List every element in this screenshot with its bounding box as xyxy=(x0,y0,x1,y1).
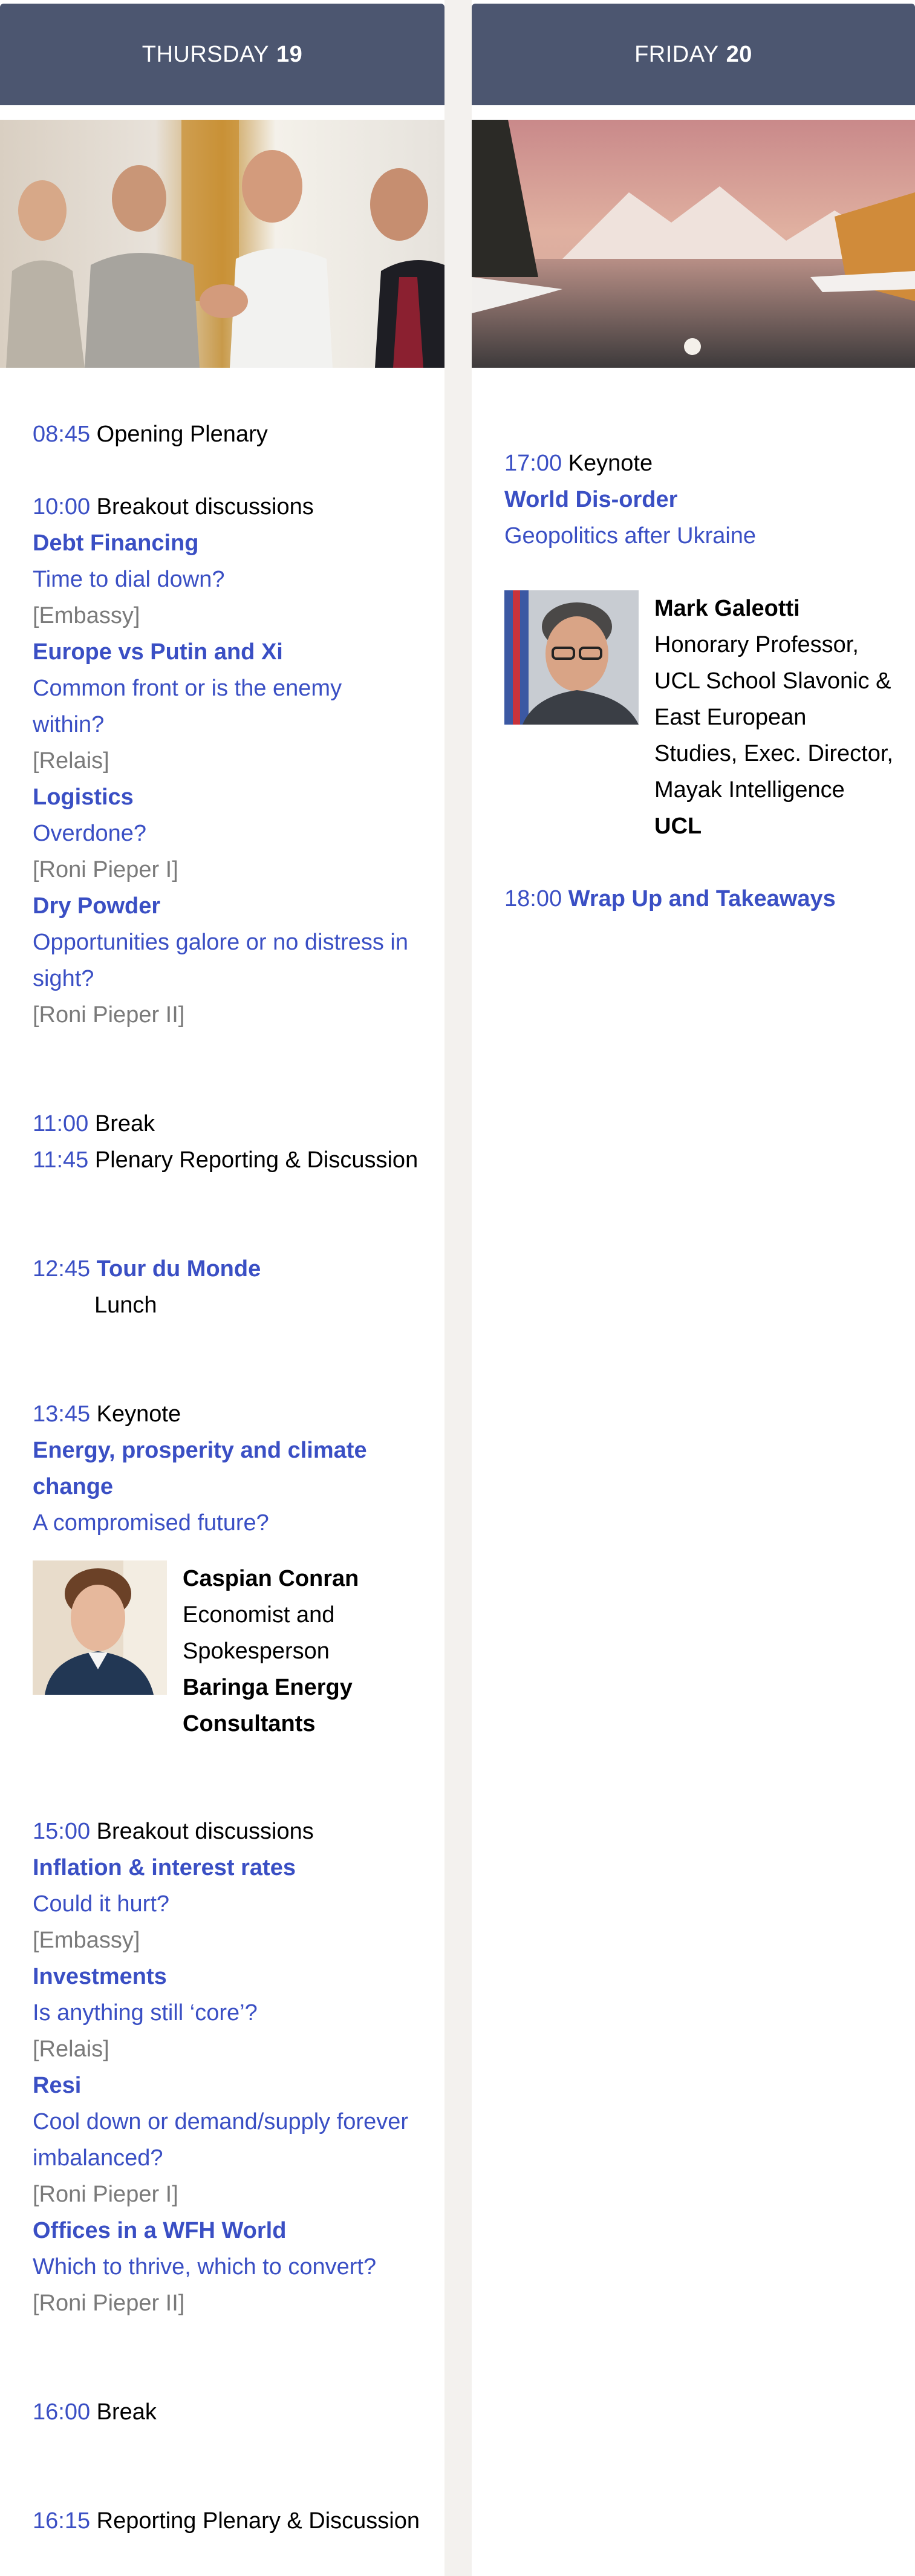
schedule-item: 15:00 Breakout discussions xyxy=(33,1813,444,1850)
session-title[interactable]: Dry Powder xyxy=(33,888,444,924)
speaker-role: Spokesperson xyxy=(183,1639,330,1664)
speaker-org: Baringa Energy xyxy=(183,1675,353,1700)
session-room: [Roni Pieper II] xyxy=(33,2291,185,2316)
avatar xyxy=(504,590,639,725)
keynote-title[interactable]: Energy, prosperity and climate xyxy=(33,1432,444,1469)
speaker-info: Mark Galeotti Honorary Professor, UCL Sc… xyxy=(654,590,893,844)
label: Keynote xyxy=(568,451,653,476)
label[interactable]: Tour du Monde xyxy=(97,1256,261,1282)
day-name: THURSDAY xyxy=(142,42,269,67)
label: Plenary Reporting & Discussion xyxy=(94,1147,418,1173)
speaker-name: Mark Galeotti xyxy=(654,596,800,621)
label[interactable]: Wrap Up and Takeaways xyxy=(568,886,836,911)
schedule-item: 10:00 Breakout discussions xyxy=(33,489,444,525)
session-room: [Relais] xyxy=(33,2036,109,2062)
session-room: [Roni Pieper I] xyxy=(33,2182,178,2207)
day-number: 20 xyxy=(726,42,752,67)
day-number: 19 xyxy=(276,42,303,67)
time: 11:45 xyxy=(33,1147,89,1173)
thursday-header[interactable]: THURSDAY 19 xyxy=(0,4,444,105)
session-subtitle: imbalanced? xyxy=(33,2145,163,2171)
speaker-info: Caspian Conran Economist and Spokesperso… xyxy=(183,1560,359,1742)
schedule-item: 08:45 Opening Plenary xyxy=(33,416,444,452)
speaker-name: Caspian Conran xyxy=(183,1566,359,1591)
keynote-title[interactable]: World Dis-order xyxy=(504,481,915,518)
friday-header[interactable]: FRIDAY 20 xyxy=(472,4,915,105)
session-subtitle: Could it hurt? xyxy=(33,1891,170,1917)
mountain-lake-photo xyxy=(472,120,915,368)
session-subtitle: Is anything still ‘core’? xyxy=(33,2000,258,2026)
session-subtitle: Opportunities galore or no distress in xyxy=(33,930,408,955)
session-subtitle: Overdone? xyxy=(33,821,147,846)
schedule-item: 16:00 Break xyxy=(33,2394,444,2430)
label: Break xyxy=(96,2399,157,2425)
speaker-card: Mark Galeotti Honorary Professor, UCL Sc… xyxy=(504,590,915,844)
session-title[interactable]: Resi xyxy=(33,2067,444,2104)
speaker-role: Mayak Intelligence xyxy=(654,777,845,803)
avatar xyxy=(33,1560,167,1695)
session-title[interactable]: Europe vs Putin and Xi xyxy=(33,634,444,670)
keynote-subtitle: Geopolitics after Ukraine xyxy=(504,523,757,549)
keynote-title[interactable]: change xyxy=(33,1469,444,1505)
label: Break xyxy=(94,1111,155,1136)
session-subtitle: Time to dial down? xyxy=(33,567,225,592)
day-name: FRIDAY xyxy=(634,42,719,67)
label: Opening Plenary xyxy=(96,422,268,447)
schedule-item: 17:00 Keynote xyxy=(504,445,915,481)
session-room: [Roni Pieper I] xyxy=(33,857,178,882)
friday-column: FRIDAY 20 17:00 Keynote World Dis-order xyxy=(472,0,915,2576)
time: 17:00 xyxy=(504,451,562,476)
time: 18:00 xyxy=(504,886,562,911)
session-title[interactable]: Debt Financing xyxy=(33,525,444,561)
time: 12:45 xyxy=(33,1256,91,1282)
schedule-item: 13:45 Keynote xyxy=(33,1396,444,1432)
speaker-card: Caspian Conran Economist and Spokesperso… xyxy=(33,1560,444,1742)
session-subtitle: Which to thrive, which to convert? xyxy=(33,2254,377,2280)
thursday-schedule: 08:45 Opening Plenary 10:00 Breakout dis… xyxy=(0,368,444,2539)
time: 16:15 xyxy=(33,2508,91,2534)
speaker-role: UCL School Slavonic & xyxy=(654,668,891,694)
session-subtitle: sight? xyxy=(33,966,94,991)
sublabel: Lunch xyxy=(94,1293,157,1318)
session-subtitle: Cool down or demand/supply forever xyxy=(33,2109,409,2134)
label: Reporting Plenary & Discussion xyxy=(96,2508,420,2534)
session-title[interactable]: Inflation & interest rates xyxy=(33,1850,444,1886)
session-title[interactable]: Logistics xyxy=(33,779,444,815)
speaker-org: Consultants xyxy=(183,1711,316,1736)
session-subtitle: within? xyxy=(33,712,105,737)
session-room: [Embassy] xyxy=(33,603,140,628)
label: Keynote xyxy=(96,1401,181,1427)
speaker-org: UCL xyxy=(654,814,702,839)
friday-schedule: 17:00 Keynote World Dis-order Geopolitic… xyxy=(472,368,915,917)
time: 15:00 xyxy=(33,1819,91,1844)
session-subtitle: Common front or is the enemy xyxy=(33,676,342,701)
time: 11:00 xyxy=(33,1111,89,1136)
schedule-item: 11:45 Plenary Reporting & Discussion xyxy=(33,1142,444,1178)
label: Breakout discussions xyxy=(96,1819,314,1844)
time: 10:00 xyxy=(33,494,91,520)
time: 13:45 xyxy=(33,1401,91,1427)
time: 16:00 xyxy=(33,2399,91,2425)
schedule-item: 12:45 Tour du Monde xyxy=(33,1251,444,1287)
session-title[interactable]: Offices in a WFH World xyxy=(33,2212,444,2249)
speaker-role: Economist and xyxy=(183,1602,335,1628)
time: 08:45 xyxy=(33,422,91,447)
session-room: [Embassy] xyxy=(33,1928,140,1953)
session-room: [Roni Pieper II] xyxy=(33,1002,185,1028)
keynote-subtitle: A compromised future? xyxy=(33,1510,269,1536)
speaker-role: Honorary Professor, xyxy=(654,632,859,657)
schedule-item: 18:00 Wrap Up and Takeaways xyxy=(504,881,915,917)
speaker-role: East European xyxy=(654,705,807,730)
schedule-item: 16:15 Reporting Plenary & Discussion xyxy=(33,2503,444,2539)
speaker-role: Studies, Exec. Director, xyxy=(654,741,893,766)
panel-discussion-photo xyxy=(0,120,444,368)
session-title[interactable]: Investments xyxy=(33,1958,444,1995)
thursday-column: THURSDAY 19 08:45 Opening Plenary 10:00 … xyxy=(0,0,444,2576)
label: Breakout discussions xyxy=(96,494,314,520)
session-room: [Relais] xyxy=(33,748,109,774)
schedule-item: 11:00 Break xyxy=(33,1106,444,1142)
